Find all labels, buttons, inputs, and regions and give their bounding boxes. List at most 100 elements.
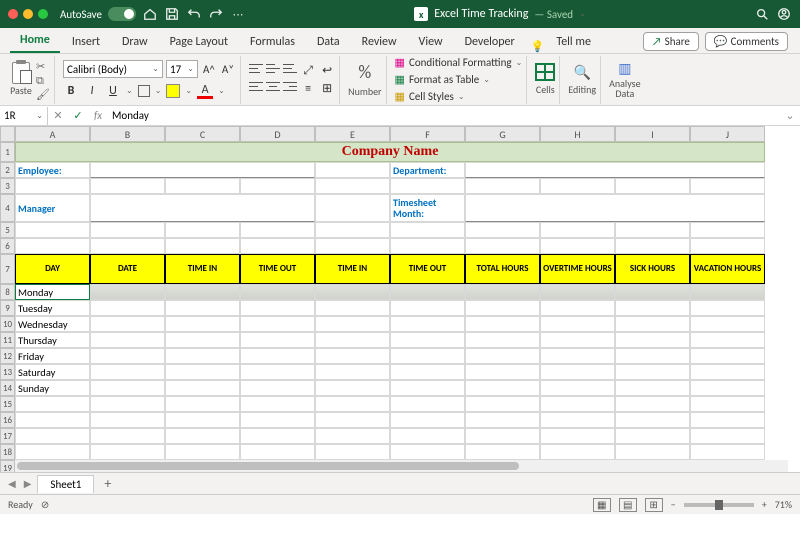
zoom-level[interactable]: 71% — [775, 498, 792, 511]
data-cell[interactable] — [540, 380, 615, 396]
data-cell[interactable] — [240, 316, 315, 332]
accessibility-icon[interactable]: ⊘ — [41, 498, 49, 511]
col-header[interactable]: H — [540, 126, 615, 142]
day-cell[interactable]: Friday — [15, 348, 90, 364]
window-controls[interactable] — [8, 9, 48, 19]
search-icon[interactable] — [754, 6, 770, 22]
comments-button[interactable]: 💬Comments — [705, 32, 788, 51]
data-cell[interactable] — [240, 396, 315, 412]
data-cell[interactable] — [390, 428, 465, 444]
cells-button[interactable]: Cells — [535, 63, 555, 96]
account-icon[interactable] — [776, 6, 792, 22]
data-cell[interactable] — [240, 284, 315, 300]
data-cell[interactable] — [165, 284, 240, 300]
data-cell[interactable] — [240, 428, 315, 444]
data-cell[interactable] — [540, 316, 615, 332]
data-cell[interactable] — [615, 316, 690, 332]
align-top-icon[interactable] — [249, 63, 263, 75]
data-cell[interactable] — [315, 300, 390, 316]
data-cell[interactable] — [315, 428, 390, 444]
undo-icon[interactable] — [186, 6, 202, 22]
data-cell[interactable] — [540, 364, 615, 380]
data-cell[interactable] — [690, 300, 765, 316]
paste-icon[interactable] — [10, 60, 32, 84]
data-cell[interactable] — [90, 444, 165, 460]
zoom-icon[interactable] — [38, 9, 48, 19]
more-icon[interactable]: ⋯ — [230, 6, 246, 22]
fill-color-button[interactable] — [166, 84, 180, 98]
zoom-in-button[interactable]: + — [762, 498, 767, 511]
cut-icon[interactable]: ✂ — [36, 60, 50, 72]
cell-styles-button[interactable]: ▦Cell Styles⌄ — [395, 89, 465, 104]
formula-input[interactable]: Monday — [108, 109, 780, 122]
data-cell[interactable] — [315, 332, 390, 348]
data-cell[interactable] — [540, 396, 615, 412]
data-cell[interactable] — [690, 428, 765, 444]
editing-button[interactable]: 🔍 Editing — [568, 64, 596, 96]
data-cell[interactable] — [690, 284, 765, 300]
data-cell[interactable] — [90, 316, 165, 332]
col-header[interactable]: B — [90, 126, 165, 142]
horizontal-scrollbar[interactable] — [15, 460, 788, 472]
data-cell[interactable] — [465, 300, 540, 316]
zoom-slider[interactable] — [684, 503, 754, 507]
home-icon[interactable] — [142, 6, 158, 22]
normal-view-icon[interactable]: ▦ — [593, 498, 611, 512]
tab-home[interactable]: Home — [10, 29, 60, 53]
percent-icon[interactable]: % — [358, 61, 371, 83]
data-cell[interactable] — [540, 428, 615, 444]
data-cell[interactable] — [15, 444, 90, 460]
tab-page-layout[interactable]: Page Layout — [160, 31, 238, 53]
data-cell[interactable] — [390, 300, 465, 316]
align-middle-icon[interactable] — [266, 63, 280, 75]
align-bottom-icon[interactable] — [283, 63, 297, 75]
data-cell[interactable] — [615, 364, 690, 380]
timesheet-month-field[interactable] — [465, 194, 765, 222]
col-header[interactable]: D — [240, 126, 315, 142]
data-cell[interactable] — [165, 444, 240, 460]
data-cell[interactable] — [465, 364, 540, 380]
col-header[interactable]: F — [390, 126, 465, 142]
sheet-nav-left-icon[interactable]: ◀ — [6, 477, 18, 490]
data-cell[interactable] — [165, 364, 240, 380]
align-center-icon[interactable] — [266, 81, 280, 93]
align-left-icon[interactable] — [249, 81, 263, 93]
data-cell[interactable] — [540, 332, 615, 348]
save-icon[interactable] — [164, 6, 180, 22]
data-cell[interactable] — [390, 396, 465, 412]
data-cell[interactable] — [465, 444, 540, 460]
row-header[interactable]: 19 — [0, 460, 15, 472]
page-layout-view-icon[interactable]: ▤ — [619, 498, 637, 512]
data-cell[interactable] — [315, 316, 390, 332]
row-header[interactable]: 17 — [0, 428, 15, 444]
data-cell[interactable] — [690, 444, 765, 460]
data-cell[interactable] — [615, 412, 690, 428]
data-cell[interactable] — [315, 284, 390, 300]
row-header[interactable]: 5 — [0, 222, 15, 238]
data-cell[interactable] — [240, 332, 315, 348]
day-cell[interactable]: Wednesday — [15, 316, 90, 332]
orientation-icon[interactable]: ⤢ — [300, 63, 316, 79]
data-cell[interactable] — [90, 284, 165, 300]
merge-icon[interactable]: ⊞ — [319, 81, 335, 97]
manager-field[interactable] — [90, 194, 315, 222]
day-cell[interactable]: Saturday — [15, 364, 90, 380]
row-header[interactable]: 2 — [0, 162, 15, 178]
data-cell[interactable] — [540, 348, 615, 364]
data-cell[interactable] — [315, 364, 390, 380]
enter-formula-icon[interactable]: ✓ — [68, 109, 88, 122]
decrease-indent-icon[interactable]: ≡ — [300, 81, 316, 97]
data-cell[interactable] — [465, 380, 540, 396]
col-header[interactable]: G — [465, 126, 540, 142]
data-cell[interactable] — [165, 300, 240, 316]
data-cell[interactable] — [465, 332, 540, 348]
data-cell[interactable] — [690, 364, 765, 380]
data-cell[interactable] — [315, 348, 390, 364]
row-header[interactable]: 10 — [0, 316, 15, 332]
conditional-formatting-button[interactable]: ▦Conditional Formatting⌄ — [395, 55, 523, 70]
data-cell[interactable] — [615, 396, 690, 412]
expand-formula-icon[interactable]: ⌄ — [780, 109, 800, 122]
increase-font-icon[interactable]: A^ — [201, 63, 217, 76]
sheet-tab[interactable]: Sheet1 — [37, 475, 94, 493]
row-header[interactable]: 15 — [0, 396, 15, 412]
